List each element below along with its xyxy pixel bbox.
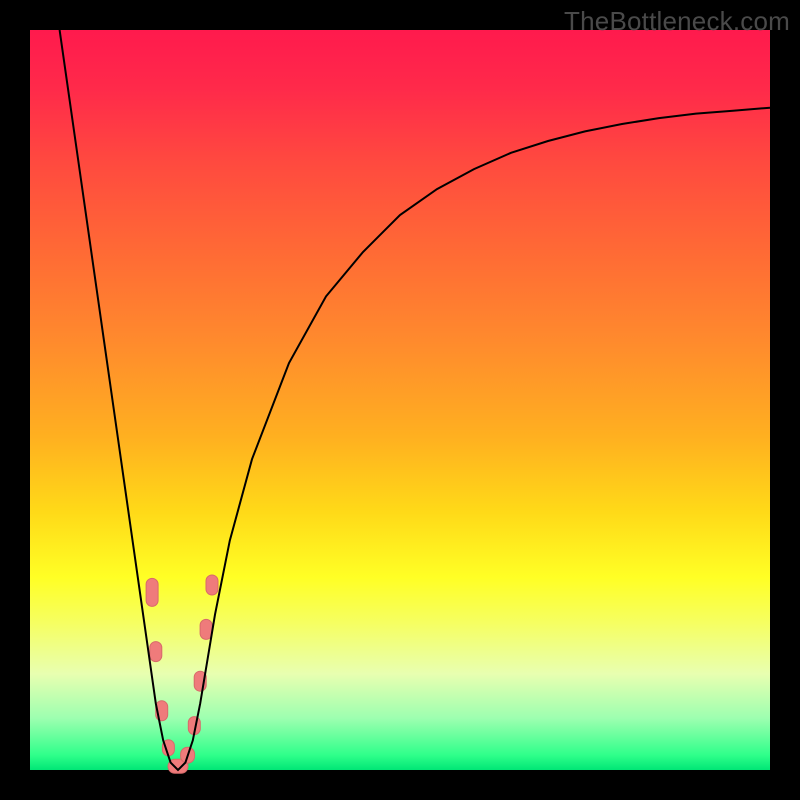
watermark-text: TheBottleneck.com xyxy=(564,6,790,37)
chart-frame: TheBottleneck.com xyxy=(0,0,800,800)
curve-marker xyxy=(200,619,212,639)
curve-marker xyxy=(150,642,162,662)
curve-marker xyxy=(146,578,158,606)
curve-marker xyxy=(206,575,218,595)
curve-svg xyxy=(30,30,770,770)
markers-group xyxy=(146,575,218,773)
plot-area xyxy=(30,30,770,770)
bottleneck-curve xyxy=(60,30,770,770)
